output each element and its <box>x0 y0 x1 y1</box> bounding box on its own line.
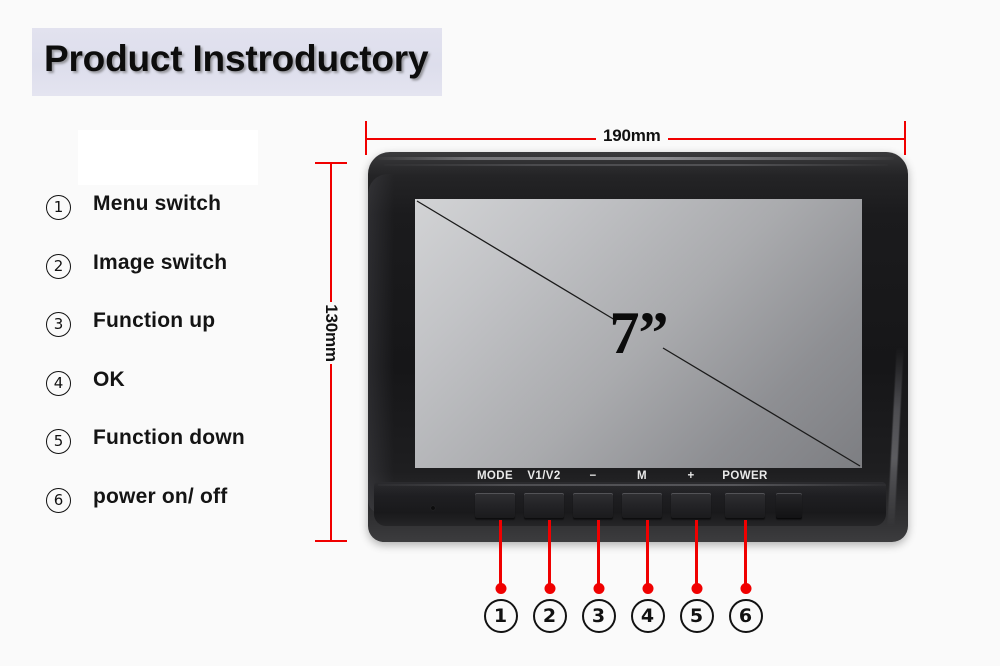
button-minus[interactable] <box>573 493 613 519</box>
callout-number-2: 2 <box>532 599 567 633</box>
button-label-m: M <box>637 470 647 482</box>
button-label-plus: + <box>687 470 695 482</box>
callout-number-5: 5 <box>679 599 714 633</box>
callout-dot-2 <box>544 583 555 594</box>
button-v1v2[interactable] <box>524 493 564 519</box>
height-dimension-tick-bottom <box>315 540 347 542</box>
legend-number-3: 3 <box>46 312 71 338</box>
callout-leader-6 <box>744 520 747 584</box>
button-m[interactable] <box>622 493 662 519</box>
height-dimension-tick-top <box>315 162 347 164</box>
legend-label-4: OK <box>93 367 125 391</box>
legend-number-1: 1 <box>46 195 71 220</box>
legend-list: 1 Menu switch 2 Image switch 3 Function … <box>46 192 306 544</box>
button-power[interactable] <box>725 493 765 519</box>
bezel-top-highlight-secondary <box>384 164 888 166</box>
legend-label-3: Function up <box>93 309 216 333</box>
callout-leader-1 <box>499 520 502 584</box>
callout-leader-5 <box>695 520 698 584</box>
button-label-minus: − <box>589 470 597 482</box>
callout-number-6: 6 <box>728 599 763 633</box>
legend-number-5: 5 <box>46 429 71 455</box>
control-strip-edge-highlight <box>378 484 886 486</box>
width-dimension-tick-right <box>904 121 906 155</box>
callout-leader-4 <box>646 520 649 584</box>
callout-number-1: 1 <box>483 599 518 633</box>
legend-label-6: power on/ off <box>93 484 228 508</box>
legend-label-1: Menu switch <box>93 192 222 215</box>
legend-number-4: 4 <box>46 370 71 396</box>
product-diagram: Product Instroductory 1 Menu switch 2 Im… <box>0 0 1000 666</box>
list-item: 4 OK <box>46 368 306 427</box>
width-dimension-tick-left <box>365 121 367 155</box>
button-mode[interactable] <box>475 493 515 519</box>
button-plus[interactable] <box>671 493 711 519</box>
list-item: 3 Function up <box>46 309 306 368</box>
button-label-power: POWER <box>722 470 768 482</box>
bezel-top-highlight <box>378 157 894 160</box>
legend-label-2: Image switch <box>93 250 228 274</box>
list-item: 1 Menu switch <box>46 192 306 251</box>
screen-size-label: 7” <box>609 300 669 366</box>
callout-number-3: 3 <box>581 599 616 633</box>
button-label-v1v2: V1/V2 <box>527 470 561 482</box>
list-item: 6 power on/ off <box>46 485 306 544</box>
legend-number-2: 2 <box>46 253 71 279</box>
callout-number-4: 4 <box>630 599 665 633</box>
button-label-mode: MODE <box>476 470 514 482</box>
led-indicator-icon <box>431 506 435 510</box>
ir-receiver-window <box>776 493 802 519</box>
page-title: Product Instroductory <box>44 38 429 79</box>
callout-leader-2 <box>548 520 551 584</box>
width-dimension-label: 190mm <box>596 126 668 146</box>
legend-number-6: 6 <box>46 487 71 513</box>
callout-dot-5 <box>691 583 702 594</box>
list-item: 2 Image switch <box>46 251 306 310</box>
legend-label-5: Function down <box>93 426 245 450</box>
callout-dot-4 <box>642 583 653 594</box>
callout-dot-6 <box>740 583 751 594</box>
callout-dot-3 <box>593 583 604 594</box>
monitor-product-image: 7” MODE V1/V2 − M + POWER <box>360 152 913 552</box>
callout-dot-1 <box>495 583 506 594</box>
callout-leader-3 <box>597 520 600 584</box>
list-item: 5 Function down <box>46 426 306 485</box>
height-dimension-label: 130mm <box>318 302 344 364</box>
monitor-screen: 7” <box>415 199 862 468</box>
blank-placeholder-box <box>78 130 258 185</box>
bezel-left-shade <box>368 174 394 514</box>
